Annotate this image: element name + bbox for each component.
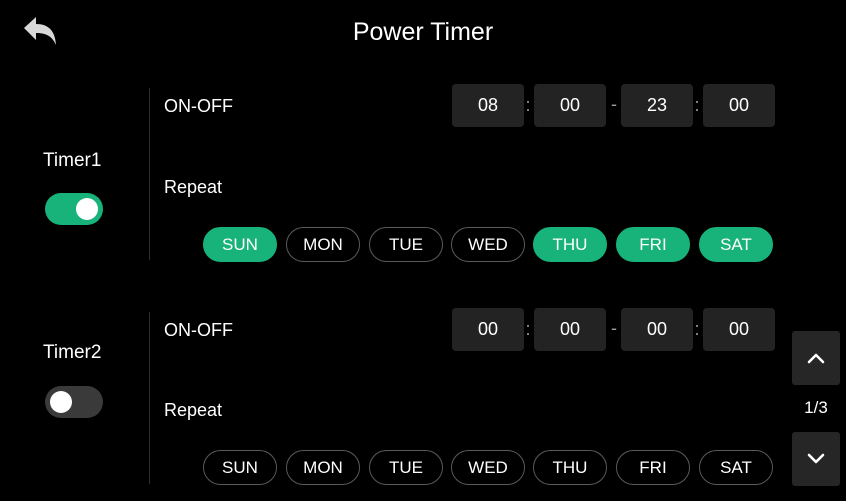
timer2-day-tue[interactable]: TUE: [369, 450, 443, 485]
timer2-end-minute[interactable]: 00: [703, 308, 775, 351]
timer1-day-fri[interactable]: FRI: [616, 227, 690, 262]
timer1-end-minute[interactable]: 00: [703, 84, 775, 127]
timer2-label: Timer2: [43, 342, 102, 363]
divider: [149, 312, 150, 484]
timer2-day-sun[interactable]: SUN: [203, 450, 277, 485]
timer1-day-thu[interactable]: THU: [533, 227, 607, 262]
page-indicator: 1/3: [804, 398, 828, 417]
timer2-day-fri[interactable]: FRI: [616, 450, 690, 485]
page-up-button[interactable]: [792, 331, 840, 385]
timer1-on-off-label: ON-OFF: [164, 96, 233, 116]
timer2-day-sat[interactable]: SAT: [699, 450, 773, 485]
chevron-down-icon: [807, 453, 825, 464]
timer2-repeat-label: Repeat: [164, 400, 223, 420]
timer1-start-minute[interactable]: 00: [534, 84, 606, 127]
toggle-knob: [76, 198, 98, 220]
timer1-start-hour[interactable]: 08: [452, 84, 524, 127]
timer2-start-minute[interactable]: 00: [534, 308, 606, 351]
timer1-end-hour[interactable]: 23: [621, 84, 693, 127]
timer1-day-mon[interactable]: MON: [286, 227, 360, 262]
toggle-knob: [50, 391, 72, 413]
timer1-day-sun[interactable]: SUN: [203, 227, 277, 262]
divider: [149, 88, 150, 260]
colon-separator: :: [525, 95, 531, 115]
timer2-day-mon[interactable]: MON: [286, 450, 360, 485]
timer2-start-hour[interactable]: 00: [452, 308, 524, 351]
timer2-day-thu[interactable]: THU: [533, 450, 607, 485]
timer2-on-off-label: ON-OFF: [164, 320, 233, 340]
timer1-day-tue[interactable]: TUE: [369, 227, 443, 262]
chevron-up-icon: [807, 353, 825, 364]
timer1-repeat-label: Repeat: [164, 177, 223, 197]
timer1-day-sat[interactable]: SAT: [699, 227, 773, 262]
dash-separator: -: [611, 318, 617, 338]
page-title: Power Timer: [352, 18, 494, 46]
timer1-toggle[interactable]: [45, 193, 103, 225]
timer1-label: Timer1: [43, 150, 102, 171]
colon-separator: :: [525, 319, 531, 339]
colon-separator: :: [694, 319, 700, 339]
timer2-toggle[interactable]: [45, 386, 103, 418]
timer2-end-hour[interactable]: 00: [621, 308, 693, 351]
colon-separator: :: [694, 95, 700, 115]
timer1-day-wed[interactable]: WED: [451, 227, 525, 262]
dash-separator: -: [611, 94, 617, 114]
page-down-button[interactable]: [792, 432, 840, 486]
timer2-day-wed[interactable]: WED: [451, 450, 525, 485]
